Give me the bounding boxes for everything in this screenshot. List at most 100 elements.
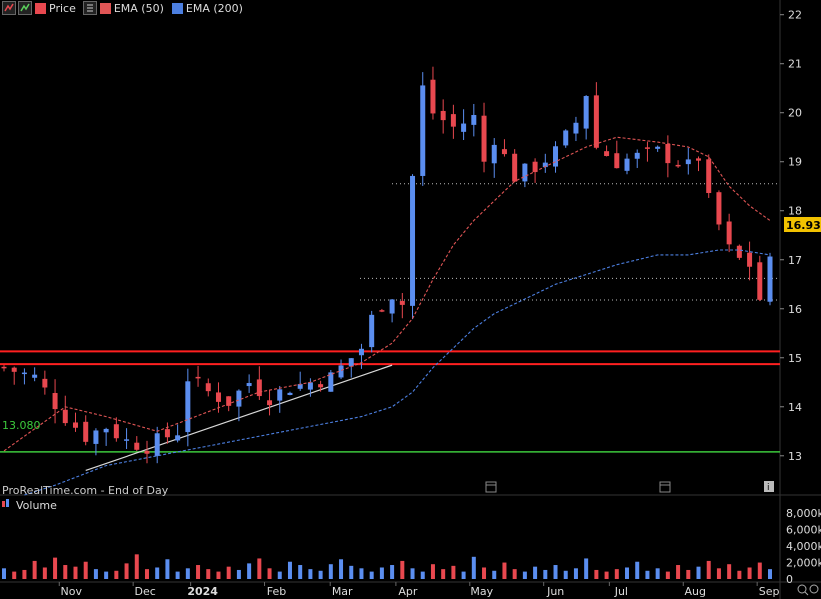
time-tick-label: Feb: [267, 585, 286, 598]
price-tick-label: 20: [788, 107, 802, 120]
candle-body: [348, 358, 354, 367]
volume-bar: [563, 570, 568, 579]
candle-body: [614, 153, 620, 169]
candle-body: [358, 348, 364, 356]
volume-bar: [635, 561, 640, 579]
volume-bar: [267, 568, 272, 579]
volume-bar: [482, 567, 487, 579]
volume-bar: [349, 565, 354, 579]
candle-body: [706, 159, 712, 194]
zoom-icon[interactable]: [797, 584, 809, 596]
price-tick-label: 19: [788, 156, 802, 169]
ema200-line: [24, 249, 771, 496]
candle-body: [11, 367, 17, 372]
volume-bar: [114, 570, 119, 579]
candle-body: [103, 428, 109, 433]
candle-body: [21, 372, 27, 375]
info-icon[interactable]: i: [764, 481, 774, 493]
volume-bar: [196, 565, 201, 579]
svg-text:i: i: [767, 483, 770, 493]
candle-body: [512, 153, 518, 182]
volume-tick-label: 8,000k: [786, 507, 821, 520]
candle-body: [410, 175, 416, 306]
price-tick-label: 15: [788, 352, 802, 365]
candle-body: [491, 144, 497, 164]
time-tick-label: May: [470, 585, 493, 598]
candle-body: [481, 115, 487, 162]
price-tick-label: 22: [788, 9, 802, 22]
volume-bar: [410, 568, 415, 579]
candle-body: [42, 378, 48, 388]
volume-bar: [390, 565, 395, 579]
volume-bar: [614, 569, 619, 579]
volume-bar: [471, 556, 476, 579]
candle-body: [583, 96, 589, 129]
footer-text: ProRealTime.com - End of Day: [2, 484, 169, 497]
settings-icon[interactable]: [809, 584, 819, 594]
candle-body: [256, 379, 262, 397]
volume-bar: [625, 567, 630, 579]
volume-bar: [124, 563, 129, 579]
volume-series-icon[interactable]: [2, 499, 13, 511]
volume-bar: [83, 561, 88, 579]
volume-bar: [134, 554, 139, 579]
volume-bar: [298, 565, 303, 579]
volume-bar: [430, 564, 435, 579]
volume-label: Volume: [16, 498, 57, 512]
calendar-icon[interactable]: [485, 481, 497, 493]
horizontal-levels: [0, 183, 780, 453]
candle-body: [399, 300, 405, 305]
candle-body: [726, 221, 732, 245]
volume-bar: [369, 571, 374, 579]
candle-body: [246, 383, 252, 387]
candle-body: [277, 389, 283, 401]
time-tick-label: Apr: [398, 585, 418, 598]
volume-bar: [768, 569, 772, 579]
volume-bar: [716, 568, 721, 579]
candle-body: [113, 424, 119, 439]
candle-body: [471, 115, 477, 125]
volume-bar: [573, 568, 578, 579]
candle-body: [318, 384, 324, 388]
calendar-icon[interactable]: [659, 481, 671, 493]
candle-body: [430, 79, 436, 114]
volume-bar: [737, 570, 742, 579]
candle-body: [420, 85, 426, 176]
volume-bar: [328, 564, 333, 579]
candle-body: [175, 435, 181, 441]
volume-bar: [379, 567, 384, 579]
candle-body: [675, 164, 681, 167]
volume-bar: [451, 565, 456, 579]
volume-bar: [73, 566, 78, 579]
candle-body: [134, 442, 140, 450]
volume-bar: [420, 571, 425, 579]
volume-bar: [12, 571, 17, 579]
volume-bar: [22, 569, 27, 579]
price-chart[interactable]: 13 14 15 16 17 18 19 20 21 22 16.930 13.080 ProRe…: [0, 0, 821, 599]
volume-bar: [512, 569, 517, 579]
candle-body: [665, 143, 671, 164]
volume-bar: [645, 570, 650, 579]
candle-body: [440, 110, 446, 121]
price-tick-label: 14: [788, 401, 802, 414]
candle-body: [634, 152, 640, 159]
price-tick-label: 17: [788, 254, 802, 267]
volume-bar: [53, 557, 58, 579]
volume-bar: [502, 562, 507, 579]
volume-bar: [533, 566, 538, 579]
volume-bar: [686, 569, 691, 579]
time-axis: Nov Dec 2024 Feb Mar Apr May Jun Jul Aug Sep: [58, 582, 780, 598]
time-tick-label: Mar: [332, 585, 353, 598]
volume-bar: [757, 562, 762, 579]
candle-body: [624, 158, 630, 171]
candle-body: [757, 262, 763, 300]
volume-bar: [441, 569, 446, 579]
candle-body: [154, 433, 160, 456]
candle-body: [655, 146, 661, 149]
candle-body: [379, 310, 385, 312]
volume-bar: [247, 563, 252, 579]
candle-body: [236, 390, 242, 407]
candle-body: [450, 114, 456, 127]
price-tick-label: 21: [788, 58, 802, 71]
volume-bar: [318, 570, 323, 579]
